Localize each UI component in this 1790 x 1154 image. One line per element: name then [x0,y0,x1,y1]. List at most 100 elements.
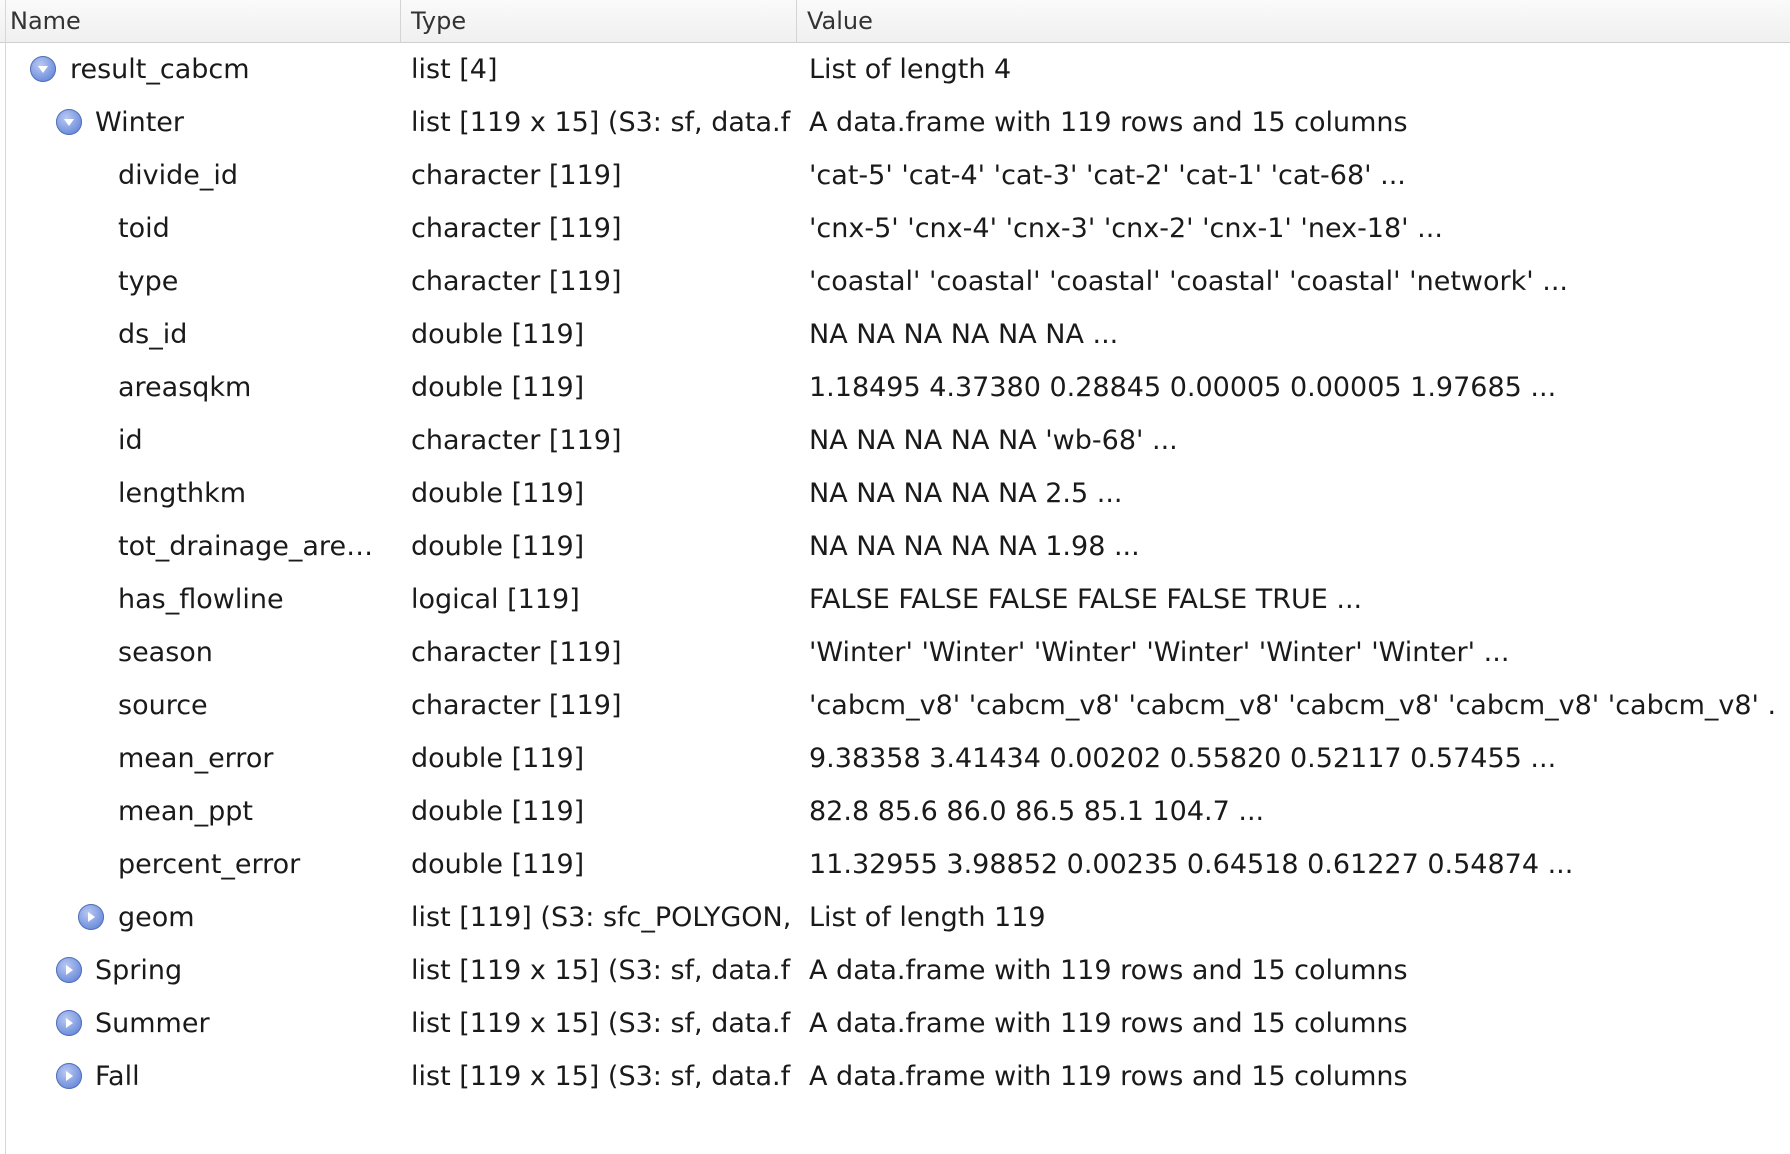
name-label: type [118,266,179,297]
name-column-header[interactable]: Name [0,0,401,42]
name-cell: geom [0,891,401,944]
name-cell: result_cabcm [0,43,401,96]
name-label: percent_error [118,849,301,880]
name-cell: tot_drainage_areas... [0,520,401,573]
type-cell: character [119] [411,266,622,297]
tree-row[interactable]: Winter list [119 x 15] (S3: sf, data.fra A… [0,96,1790,149]
name-cell: percent_error [0,838,401,891]
type-cell: character [119] [411,690,622,721]
tree-row[interactable]: result_cabcm list [4] List of length 4 [0,43,1790,96]
name-cell: Summer [0,997,401,1050]
value-cell: A data.frame with 119 rows and 15 column… [809,955,1408,986]
tree-row[interactable]: mean_ppt double [119] 82.8 85.6 86.0 86.5 … [0,785,1790,838]
type-cell: character [119] [411,160,622,191]
tree-row[interactable]: season character [119] 'Winter' 'Winter' '… [0,626,1790,679]
tree-row[interactable]: toid character [119] 'cnx-5' 'cnx-4' 'cnx-… [0,202,1790,255]
name-cell: Spring [0,944,401,997]
name-cell: ds_id [0,308,401,361]
type-cell: list [119 x 15] (S3: sf, data.fra [411,955,791,986]
name-cell: source [0,679,401,732]
name-label: season [118,637,213,668]
value-cell: NA NA NA NA NA 1.98 ... [809,531,1140,562]
name-cell: type [0,255,401,308]
expand-toggle-icon[interactable] [56,1063,82,1089]
value-cell: NA NA NA NA NA 2.5 ... [809,478,1123,509]
type-cell: double [119] [411,478,585,509]
name-label: Summer [95,1008,210,1039]
name-cell: divide_id [0,149,401,202]
object-explorer-panel: Name Type Value result_cabcm list [4] List… [0,0,1790,1154]
type-cell: list [119 x 15] (S3: sf, data.fra [411,1008,791,1039]
tree-row[interactable]: id character [119] NA NA NA NA NA 'wb-68' … [0,414,1790,467]
name-label: toid [118,213,170,244]
type-cell: list [119 x 15] (S3: sf, data.fra [411,1061,791,1092]
tree-row[interactable]: areasqkm double [119] 1.18495 4.37380 0.28… [0,361,1790,414]
tree-row[interactable]: type character [119] 'coastal' 'coastal' '… [0,255,1790,308]
tree-row[interactable]: divide_id character [119] 'cat-5' 'cat-4' … [0,149,1790,202]
value-cell: 82.8 85.6 86.0 86.5 85.1 104.7 ... [809,796,1265,827]
type-cell: double [119] [411,372,585,403]
expand-toggle-icon[interactable] [78,904,104,930]
value-cell: 11.32955 3.98852 0.00235 0.64518 0.61227… [809,849,1574,880]
name-cell: areasqkm [0,361,401,414]
name-label: has_flowline [118,584,284,615]
type-cell: double [119] [411,743,585,774]
name-label: ds_id [118,319,188,350]
name-label: Winter [95,107,185,138]
name-cell: Fall [0,1050,401,1103]
value-cell: 'cnx-5' 'cnx-4' 'cnx-3' 'cnx-2' 'cnx-1' … [809,213,1443,244]
expand-toggle-icon[interactable] [56,957,82,983]
type-cell: list [119 x 15] (S3: sf, data.fra [411,107,791,138]
name-label: mean_error [118,743,274,774]
tree-row[interactable]: percent_error double [119] 11.32955 3.9885… [0,838,1790,891]
expand-toggle-icon[interactable] [56,1010,82,1036]
type-cell: double [119] [411,796,585,827]
name-label: Spring [95,955,183,986]
value-cell: 9.38358 3.41434 0.00202 0.55820 0.52117 … [809,743,1557,774]
collapse-toggle-icon[interactable] [30,56,56,82]
name-cell: has_flowline [0,573,401,626]
value-cell: A data.frame with 119 rows and 15 column… [809,107,1408,138]
name-label: divide_id [118,160,239,191]
tree-row[interactable]: lengthkm double [119] NA NA NA NA NA 2.5 .… [0,467,1790,520]
type-column-header[interactable]: Type [401,0,797,42]
name-label: source [118,690,208,721]
type-cell: character [119] [411,425,622,456]
value-cell: 'Winter' 'Winter' 'Winter' 'Winter' 'Win… [809,637,1510,668]
name-label: lengthkm [118,478,246,509]
collapse-toggle-icon[interactable] [56,109,82,135]
tree-row[interactable]: Fall list [119 x 15] (S3: sf, data.fra A d… [0,1050,1790,1103]
tree-row[interactable]: has_flowline logical [119] FALSE FALSE FAL… [0,573,1790,626]
value-cell: List of length 119 [809,902,1046,933]
name-label: mean_ppt [118,796,253,827]
value-cell: NA NA NA NA NA NA ... [809,319,1119,350]
column-header: Name Type Value [0,0,1790,43]
type-cell: double [119] [411,531,585,562]
tree-row[interactable]: Spring list [119 x 15] (S3: sf, data.fra A… [0,944,1790,997]
name-cell: season [0,626,401,679]
value-cell: 'cat-5' 'cat-4' 'cat-3' 'cat-2' 'cat-1' … [809,160,1406,191]
name-cell: id [0,414,401,467]
value-column-header[interactable]: Value [797,0,1790,42]
value-cell: NA NA NA NA NA 'wb-68' ... [809,425,1178,456]
name-label: Fall [95,1061,140,1092]
type-cell: character [119] [411,637,622,668]
value-cell: 1.18495 4.37380 0.28845 0.00005 0.00005 … [809,372,1557,403]
type-cell: character [119] [411,213,622,244]
tree-row[interactable]: geom list [119] (S3: sfc_POLYGON, s List o… [0,891,1790,944]
value-cell: FALSE FALSE FALSE FALSE FALSE TRUE ... [809,584,1363,615]
value-cell: A data.frame with 119 rows and 15 column… [809,1061,1408,1092]
type-cell: double [119] [411,849,585,880]
tree-row[interactable]: Summer list [119 x 15] (S3: sf, data.fra A… [0,997,1790,1050]
name-cell: mean_ppt [0,785,401,838]
type-cell: logical [119] [411,584,580,615]
tree-row[interactable]: tot_drainage_areas... double [119] NA NA N… [0,520,1790,573]
tree-row[interactable]: mean_error double [119] 9.38358 3.41434 0.… [0,732,1790,785]
value-cell: 'coastal' 'coastal' 'coastal' 'coastal' … [809,266,1569,297]
name-cell: toid [0,202,401,255]
tree-row[interactable]: source character [119] 'cabcm_v8' 'cabcm_v… [0,679,1790,732]
name-cell: lengthkm [0,467,401,520]
tree-row[interactable]: ds_id double [119] NA NA NA NA NA NA ... [0,308,1790,361]
value-cell: List of length 4 [809,54,1012,85]
value-cell: A data.frame with 119 rows and 15 column… [809,1008,1408,1039]
